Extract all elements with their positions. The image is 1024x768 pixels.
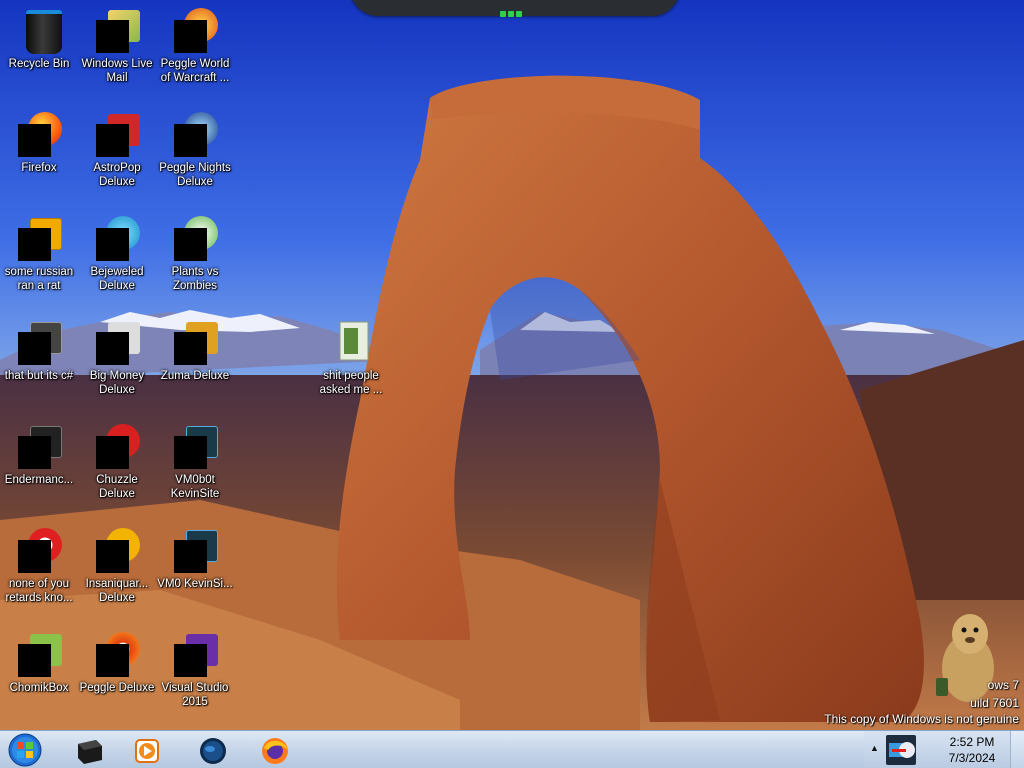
icon-label: Visual Studio 2015 [161, 682, 229, 708]
desktop-icon-peggle-nights[interactable]: Peggle Nights Deluxe [156, 110, 234, 189]
windows-edition-text: ows 7 [987, 678, 1019, 692]
desktop-icon-chomikbox[interactable]: ChomikBox [0, 630, 78, 695]
globe-browser-icon [200, 738, 226, 764]
taskbar-firefox[interactable] [246, 733, 304, 767]
icon-label: Endermanc... [4, 474, 74, 486]
bejeweled-icon [92, 214, 142, 264]
desktop-icon-vm0-kevinsite[interactable]: VM0 KevinSi... [156, 526, 234, 591]
console-app-icon [14, 422, 64, 472]
clock-time[interactable]: 2:52 PM [942, 735, 1002, 749]
icon-label: Peggle World of Warcraft ... [160, 58, 230, 84]
desktop-icon-opera-shortcut[interactable]: none of you retards kno... [0, 526, 78, 605]
desktop-icon-plants-vs-zombies[interactable]: Plants vs Zombies [156, 214, 234, 293]
icon-label: some russian ran a rat [4, 266, 74, 292]
media-player-icon [135, 739, 159, 763]
desktop-icon-endermanc[interactable]: Endermanc... [0, 422, 78, 487]
desktop-icon-visual-studio[interactable]: Visual Studio 2015 [156, 630, 234, 709]
icon-label: Chuzzle Deluxe [96, 474, 138, 500]
taskbar-media-player[interactable] [118, 733, 176, 767]
big-money-icon [92, 318, 142, 368]
not-genuine-notice: This copy of Windows is not genuine [824, 712, 1019, 726]
chuzzle-icon [92, 422, 142, 472]
desktop-icon-bejeweled[interactable]: Bejeweled Deluxe [78, 214, 156, 293]
desktop-icon-windows-live-mail[interactable]: Windows Live Mail [78, 6, 156, 85]
taskbar-command-prompt[interactable] [60, 733, 118, 767]
peggle-icon [92, 630, 142, 680]
top-notch-widget[interactable] [350, 0, 680, 17]
command-prompt-icon [78, 740, 102, 764]
desktop-icon-insaniquarium[interactable]: Insaniquar... Deluxe [78, 526, 156, 605]
icon-label: that but its c# [4, 370, 74, 382]
desktop-icon-that-but-its-csharp[interactable]: that but its c# [0, 318, 78, 383]
chevron-up-icon[interactable]: ▲ [870, 743, 879, 753]
folder-icon [326, 318, 376, 368]
recycle-bin-icon [14, 6, 64, 56]
desktop[interactable]: Recycle Bin Firefox some russian ran a r… [0, 0, 1024, 730]
desktop-icon-peggle-wow[interactable]: Peggle World of Warcraft ... [156, 6, 234, 85]
shortcut-file-icon [14, 318, 64, 368]
desktop-icon-recycle-bin[interactable]: Recycle Bin [0, 6, 78, 71]
windows-live-mail-icon [92, 6, 142, 56]
windows-build-text: uild 7601 [970, 696, 1019, 710]
astropop-icon [92, 110, 142, 160]
desktop-icon-chuzzle[interactable]: Chuzzle Deluxe [78, 422, 156, 501]
icon-label: Peggle Nights Deluxe [159, 162, 231, 188]
peggle-wow-icon [170, 6, 220, 56]
vm-icon [170, 422, 220, 472]
icon-label: shit people asked me ... [319, 370, 383, 396]
icon-label: Bejeweled Deluxe [90, 266, 144, 292]
notch-indicator [500, 4, 526, 17]
visual-studio-icon [170, 630, 220, 680]
vm-icon [170, 526, 220, 576]
opera-icon [14, 526, 64, 576]
clock-date[interactable]: 7/3/2024 [942, 751, 1002, 765]
icon-label: none of you retards kno... [5, 578, 73, 604]
desktop-icon-astropop[interactable]: AstroPop Deluxe [78, 110, 156, 189]
plants-vs-zombies-icon [170, 214, 220, 264]
icon-label: ChomikBox [9, 682, 69, 694]
show-desktop-button[interactable] [1010, 731, 1024, 768]
desktop-icon-peggle-deluxe[interactable]: Peggle Deluxe [78, 630, 156, 695]
firefox-icon [262, 738, 288, 764]
windows-start-icon [8, 733, 42, 767]
peggle-nights-icon [170, 110, 220, 160]
icon-label: Plants vs Zombies [171, 266, 219, 292]
desktop-icon-big-money[interactable]: Big Money Deluxe [78, 318, 156, 397]
icon-label: Zuma Deluxe [160, 370, 230, 382]
icon-label: Big Money Deluxe [89, 370, 145, 396]
insaniquarium-icon [92, 526, 142, 576]
desktop-icon-folder[interactable]: shit people asked me ... [312, 318, 390, 397]
taskbar: ▲ 2:52 PM 7/3/2024 [0, 730, 1024, 768]
desktop-icon-zuma[interactable]: Zuma Deluxe [156, 318, 234, 383]
icon-label: Insaniquar... Deluxe [85, 578, 149, 604]
icon-label: Firefox [21, 162, 57, 174]
taskbar-globe-browser[interactable] [184, 733, 242, 767]
russian-rat-icon [14, 214, 64, 264]
zuma-icon [170, 318, 220, 368]
network-tray-icon[interactable] [886, 735, 916, 765]
start-button[interactable] [5, 732, 45, 768]
icon-label: VM0b0t KevinSite [170, 474, 220, 500]
desktop-icon-firefox[interactable]: Firefox [0, 110, 78, 175]
system-tray: ▲ 2:52 PM 7/3/2024 [864, 731, 1024, 768]
desktop-icon-vm0b0t-kevinsite[interactable]: VM0b0t KevinSite [156, 422, 234, 501]
icon-label: Windows Live Mail [81, 58, 153, 84]
firefox-icon [14, 110, 64, 160]
desktop-icon-russian-rat[interactable]: some russian ran a rat [0, 214, 78, 293]
icon-label: Recycle Bin [8, 58, 70, 70]
icon-label: Peggle Deluxe [79, 682, 155, 694]
icon-label: VM0 KevinSi... [157, 578, 233, 590]
icon-label: AstroPop Deluxe [93, 162, 141, 188]
chomikbox-icon [14, 630, 64, 680]
